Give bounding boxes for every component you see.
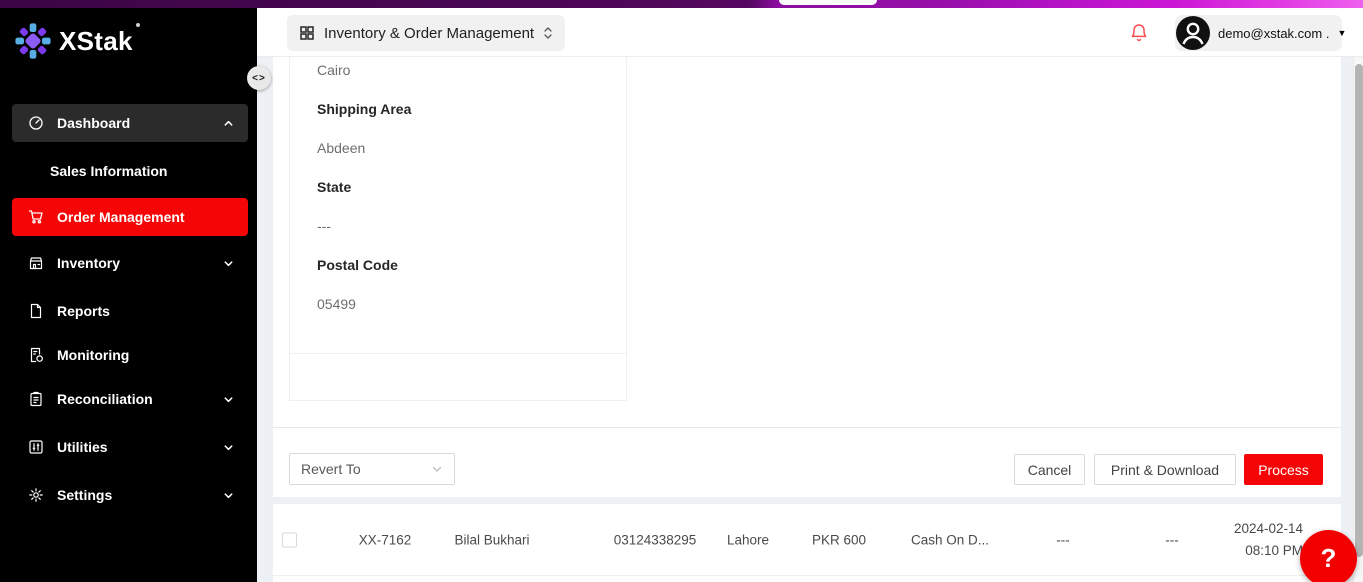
sidebar-item-order-management[interactable]: Order Management [12,198,248,236]
sidebar-item-label: Settings [57,487,112,503]
row-checkbox[interactable] [282,532,297,547]
phone-cell: 03124338295 [614,532,697,547]
footer-divider [273,427,1341,428]
amount-cell: PKR 600 [812,532,866,547]
postal-code-label: Postal Code [317,256,398,274]
xstak-logo-icon [14,22,52,60]
sidebar-item-settings[interactable]: Settings [12,477,248,513]
date-line: 2024-02-14 [1234,518,1303,540]
sidebar-item-utilities[interactable]: Utilities [12,429,248,465]
sidebar-item-dashboard[interactable]: Dashboard [12,104,248,142]
table-row: XX-7162 Bilal Bukhari 03124338295 Lahore… [273,504,1341,576]
file-sync-icon [28,347,44,363]
user-menu[interactable]: demo@xstak.com . ▼ [1175,15,1342,51]
sidebar-item-label: Order Management [57,209,185,225]
scrollbar-thumb[interactable] [1355,64,1363,557]
payment-method-cell: Cash On D... [911,532,989,547]
chevron-down-icon [223,258,234,269]
shipping-area-value: Abdeen [317,139,365,157]
notifications-bell-icon[interactable] [1129,22,1149,43]
file-icon [28,303,44,319]
chevron-down-icon [223,394,234,405]
app-switcher-label: Inventory & Order Management [324,25,534,42]
cart-icon [28,209,44,225]
order-number-cell: XX-7162 [359,532,412,547]
sidebar-item-label: Sales Information [50,163,167,179]
gear-icon [28,487,44,503]
sidebar-item-label: Utilities [57,439,108,455]
gauge-icon [28,115,44,131]
shipping-city-value: Cairo [317,61,350,79]
sliders-icon [28,439,44,455]
card-divider [290,353,626,354]
help-button[interactable]: ? [1300,530,1357,582]
sort-updown-icon [543,25,553,41]
chevron-down-icon [223,490,234,501]
city-cell: Lahore [727,532,769,547]
sidebar-item-reconciliation[interactable]: Reconciliation [12,381,248,417]
orders-list: XX-7162 Bilal Bukhari 03124338295 Lahore… [273,503,1341,582]
order-detail-panel: Cairo Shipping Area Abdeen State --- Pos… [273,57,1341,497]
sidebar: XStak Dashboard Sales Information Order … [0,8,257,582]
brand-logo[interactable]: XStak [14,22,133,60]
process-button[interactable]: Process [1244,454,1323,485]
sidebar-item-reports[interactable]: Reports [12,293,248,329]
sidebar-item-label: Inventory [57,255,120,271]
sidebar-item-label: Reports [57,303,110,319]
sidebar-item-sales-information[interactable]: Sales Information [12,155,248,187]
app-switcher-button[interactable]: Inventory & Order Management [287,15,565,51]
brand-name: XStak [59,26,133,57]
empty-cell: --- [1165,532,1179,547]
top-header: Inventory & Order Management demo@xstak.… [257,8,1363,57]
sidebar-item-label: Dashboard [57,115,130,131]
top-tab-peek [779,0,877,5]
app-root: XStak Dashboard Sales Information Order … [0,0,1363,582]
main-area: Inventory & Order Management demo@xstak.… [257,8,1363,582]
chevron-down-icon [431,463,443,475]
shipping-area-label: Shipping Area [317,100,411,118]
time-line: 08:10 PM [1234,540,1303,562]
sidebar-item-inventory[interactable]: Inventory [12,245,248,281]
vertical-scrollbar [1353,57,1363,582]
sidebar-item-label: Monitoring [57,347,129,363]
clipboard-icon [28,391,44,407]
revert-to-select[interactable]: Revert To [289,453,455,485]
customer-name-cell: Bilal Bukhari [454,532,529,547]
empty-cell: --- [1056,532,1070,547]
print-download-button[interactable]: Print & Download [1094,454,1236,485]
state-value: --- [317,217,331,235]
sidebar-collapse-toggle[interactable]: <> [247,66,271,90]
grid-icon [299,25,315,41]
revert-to-value: Revert To [301,461,361,477]
user-email: demo@xstak.com . [1218,26,1329,41]
brand-trademark-dot [136,23,140,27]
chevron-up-icon [223,118,234,129]
sidebar-item-label: Reconciliation [57,391,153,407]
avatar [1176,16,1210,50]
cancel-button[interactable]: Cancel [1014,454,1085,485]
postal-code-value: 05499 [317,295,356,313]
caret-down-icon: ▼ [1337,28,1346,38]
state-label: State [317,178,351,196]
chevron-down-icon [223,442,234,453]
top-accent-strip [0,0,1363,8]
store-icon [28,255,44,271]
date-cell: 2024-02-14 08:10 PM [1234,518,1303,562]
sidebar-item-monitoring[interactable]: Monitoring [12,337,248,373]
shipping-details-card: Cairo Shipping Area Abdeen State --- Pos… [289,57,627,401]
